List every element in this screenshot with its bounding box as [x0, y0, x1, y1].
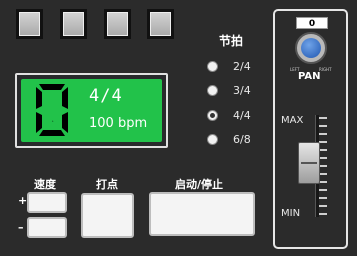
volume-tick: [319, 149, 327, 151]
knob-cap-icon: [301, 38, 321, 58]
beat-led-2: [60, 9, 87, 39]
meter-option-2-4[interactable]: 2/4: [207, 58, 251, 74]
meter-option-4-4[interactable]: 4/4: [207, 107, 251, 123]
beat-count-digit: 0: [36, 84, 68, 136]
volume-tick: [319, 125, 327, 127]
pan-knob[interactable]: [295, 32, 327, 64]
speed-up-button[interactable]: [27, 192, 67, 213]
meter-option-label: 4/4: [233, 108, 251, 122]
time-signature-readout: 4/4: [89, 86, 123, 106]
volume-tick: [319, 133, 327, 135]
volume-tick: [319, 165, 327, 167]
pan-label: PAN: [298, 71, 321, 82]
volume-tick: [319, 189, 327, 191]
radio-2-4[interactable]: [207, 60, 218, 72]
speed-plus-sign: +: [18, 194, 28, 207]
start-stop-button[interactable]: [149, 192, 255, 236]
start-stop-label: 启动/停止: [175, 178, 224, 191]
radio-4-4[interactable]: [207, 109, 218, 121]
tempo-readout: 100 bpm: [89, 116, 148, 131]
volume-tick: [319, 181, 327, 183]
volume-tick: [319, 157, 327, 159]
radio-6-8[interactable]: [207, 133, 218, 145]
svg-text:0: 0: [52, 121, 54, 123]
volume-fader[interactable]: [298, 142, 320, 184]
speed-minus-sign: –: [18, 221, 24, 234]
speed-label: 速度: [34, 178, 56, 191]
lcd-screen: 0 4/4 100 bpm: [21, 79, 162, 142]
mixer-panel: 0 LEFT RIGHT PAN MAX MIN: [273, 9, 348, 249]
pan-right-label: RIGHT: [319, 67, 332, 72]
volume-min-label: MIN: [281, 208, 301, 219]
meter-option-3-4[interactable]: 3/4: [207, 82, 251, 98]
volume-tick: [319, 117, 327, 119]
lcd-display: 0 4/4 100 bpm: [15, 73, 168, 148]
beat-led-4: [147, 9, 174, 39]
radio-3-4[interactable]: [207, 84, 218, 96]
speed-down-button[interactable]: [27, 217, 67, 238]
volume-tick: [319, 205, 327, 207]
volume-tick: [319, 141, 327, 143]
tap-button[interactable]: [81, 193, 134, 238]
meter-option-label: 2/4: [233, 59, 251, 73]
pan-value-readout: 0: [296, 17, 328, 29]
volume-tick: [319, 213, 327, 215]
meter-option-label: 3/4: [233, 83, 251, 97]
volume-tick: [319, 197, 327, 199]
volume-max-label: MAX: [281, 115, 304, 126]
beat-led-3: [104, 9, 131, 39]
beat-led-1: [16, 9, 43, 39]
tap-label: 打点: [96, 178, 118, 191]
volume-tick: [319, 173, 327, 175]
meter-option-6-8[interactable]: 6/8: [207, 131, 251, 147]
meter-title: 节拍: [219, 34, 244, 48]
meter-option-label: 6/8: [233, 132, 251, 146]
